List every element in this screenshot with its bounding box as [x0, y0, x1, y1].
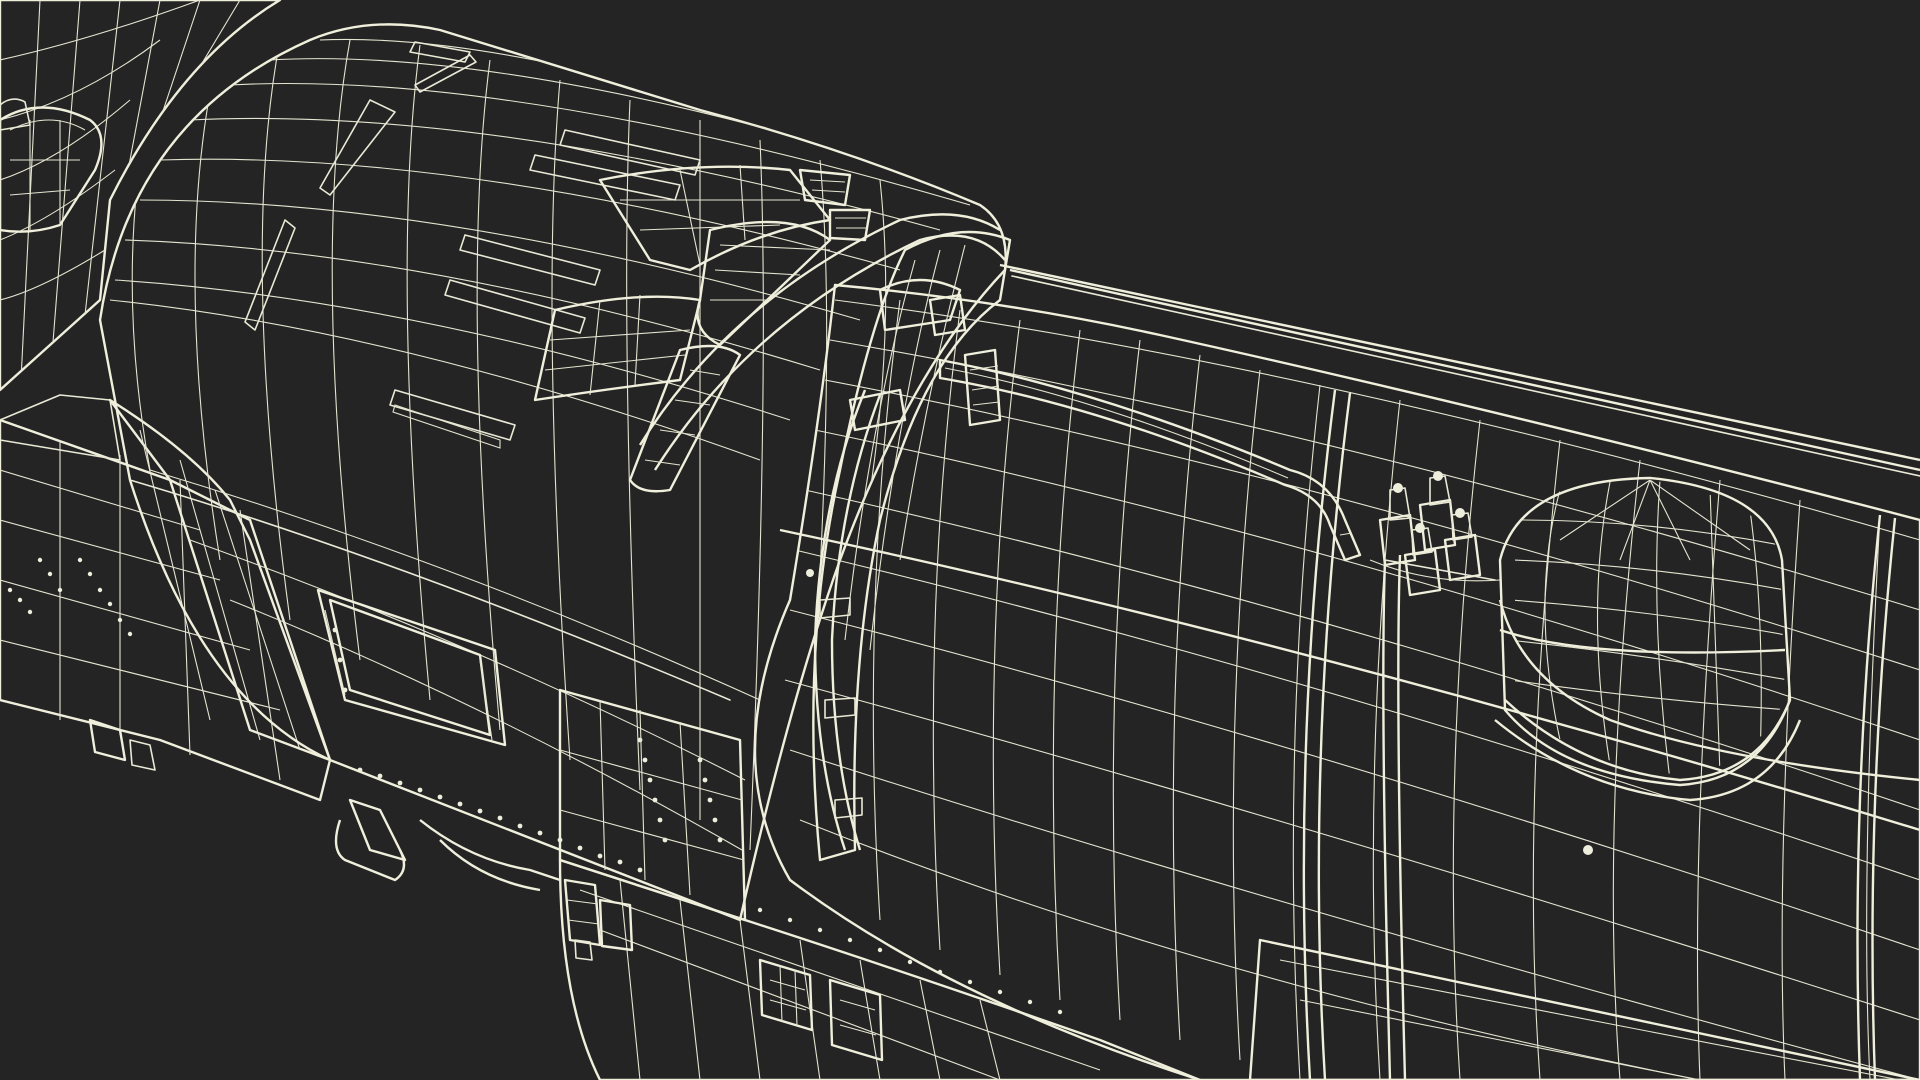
locomotive-wireframe-render: [0, 0, 1920, 1080]
